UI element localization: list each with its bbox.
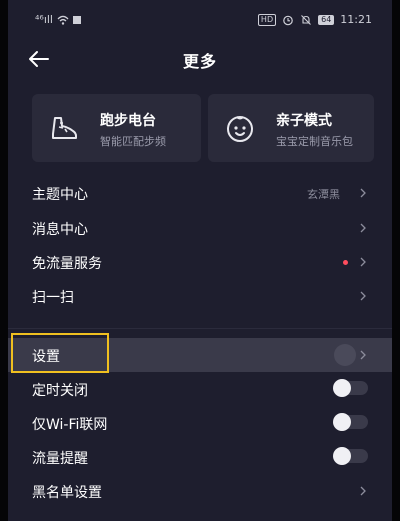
header: 更多 [8,40,392,80]
row-label: 仅Wi-Fi联网 [32,417,108,433]
wifi-only-row: 仅Wi-Fi联网 [8,406,392,440]
notification-dot [343,260,348,265]
message-center-row[interactable]: 消息中心 [8,211,392,245]
phone-frame: ⁴⁶ıll HD 64 11:21 更多 跑步电台 智能匹配步频 亲子模式 宝宝… [0,0,400,521]
clock: 11:21 [340,13,372,26]
screen: ⁴⁶ıll HD 64 11:21 更多 跑步电台 智能匹配步频 亲子模式 宝宝… [8,0,392,521]
timer-toggle[interactable] [333,379,368,397]
card-subtitle: 智能匹配步频 [100,135,166,148]
signal-icon: ⁴⁶ıll [35,13,53,26]
settings-row[interactable]: 设置 [8,333,392,373]
row-label: 流量提醒 [32,451,88,467]
data-alert-toggle[interactable] [333,447,368,465]
highlight-box [11,333,109,373]
free-data-row[interactable]: 免流量服务 [8,245,392,279]
toggle-knob [333,379,351,397]
row-label: 扫一扫 [32,290,74,306]
wifi-only-toggle[interactable] [333,413,368,431]
card-title: 亲子模式 [276,113,332,129]
chevron-right-icon [360,188,366,198]
theme-center-row[interactable]: 主题中心 玄潭黑 [8,176,392,210]
section-divider [8,328,392,329]
battery-level: 64 [318,14,335,25]
row-label: 设置 [32,349,60,365]
hd-badge: HD [257,13,277,26]
row-label: 黑名单设置 [32,485,102,501]
running-shoe-icon [52,117,77,139]
card-title: 跑步电台 [100,113,156,129]
theme-value: 玄潭黑 [307,188,340,201]
scan-row[interactable]: 扫一扫 [8,279,392,313]
row-label: 消息中心 [32,222,88,238]
chevron-right-icon [360,486,366,496]
running-radio-card[interactable]: 跑步电台 智能匹配步频 [32,94,201,162]
baby-face-icon [227,116,253,142]
left-bezel [0,0,8,521]
notification-square-icon [73,15,81,24]
alarm-icon [283,15,293,25]
blacklist-row[interactable]: 黑名单设置 [8,474,392,508]
row-label: 免流量服务 [32,256,102,272]
row-label: 主题中心 [32,187,88,203]
chevron-right-icon [360,350,366,360]
data-alert-row: 流量提醒 [8,440,392,474]
timer-off-row: 定时关闭 [8,372,392,406]
kids-mode-card[interactable]: 亲子模式 宝宝定制音乐包 [208,94,374,162]
touch-indicator [334,344,356,366]
card-subtitle: 宝宝定制音乐包 [276,135,353,148]
right-bezel [392,0,400,521]
chevron-right-icon [360,223,366,233]
chevron-right-icon [360,291,366,301]
toggle-knob [333,447,351,465]
toggle-knob [333,413,351,431]
chevron-right-icon [360,257,366,267]
row-label: 定时关闭 [32,383,88,399]
mute-bell-icon [301,14,311,25]
page-title: 更多 [182,52,217,71]
status-bar: ⁴⁶ıll HD 64 11:21 [8,10,392,30]
wifi-icon [57,15,69,25]
